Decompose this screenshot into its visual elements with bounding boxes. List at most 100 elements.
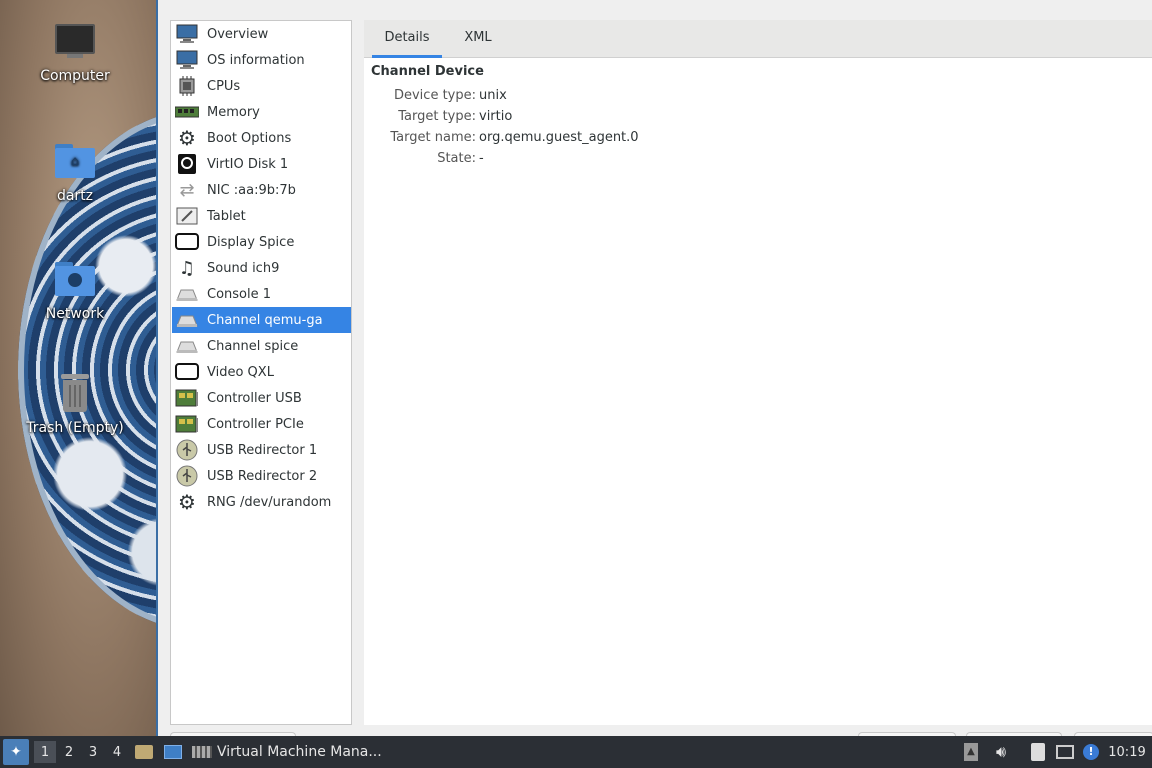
device-item-overview[interactable]: Overview bbox=[172, 21, 351, 47]
device-item-console-1[interactable]: Console 1 bbox=[172, 281, 351, 307]
network-folder-icon bbox=[53, 258, 97, 298]
device-list: Overview OS information CPUs Memory ⚙ Bo… bbox=[170, 20, 352, 725]
device-item-tablet[interactable]: Tablet bbox=[172, 203, 351, 229]
taskbar-window-virt-manager[interactable]: Virtual Machine Mana... bbox=[192, 736, 392, 768]
device-item-memory[interactable]: Memory bbox=[172, 99, 351, 125]
detail-tab-bar: Details XML bbox=[364, 20, 1152, 58]
device-item-label: OS information bbox=[207, 52, 305, 68]
device-item-controller-usb[interactable]: Controller USB bbox=[172, 385, 351, 411]
desktop-icon-dartz[interactable]: ⌂ dartz bbox=[15, 140, 135, 204]
trash-icon bbox=[53, 372, 97, 412]
device-item-label: VirtIO Disk 1 bbox=[207, 156, 289, 172]
display-icon bbox=[175, 360, 199, 384]
clock[interactable]: 10:19 bbox=[1105, 736, 1149, 768]
device-item-label: Video QXL bbox=[207, 364, 274, 380]
property-row-state: State: - bbox=[364, 151, 964, 171]
property-value: unix bbox=[479, 88, 507, 103]
notification-icon[interactable]: ! bbox=[1080, 736, 1102, 768]
device-item-channel-spice[interactable]: Channel spice bbox=[172, 333, 351, 359]
device-item-usb-redirector-1[interactable]: USB Redirector 1 bbox=[172, 437, 351, 463]
property-value: virtio bbox=[479, 109, 513, 124]
disk-icon bbox=[175, 152, 199, 176]
desktop-icon-computer[interactable]: Computer bbox=[15, 20, 135, 84]
usb-icon bbox=[175, 464, 199, 488]
tab-details[interactable]: Details bbox=[372, 20, 442, 58]
tab-xml[interactable]: XML bbox=[448, 20, 508, 58]
desktop-icon-trash[interactable]: Trash (Empty) bbox=[15, 372, 135, 436]
start-menu-button[interactable]: ✦ bbox=[3, 739, 29, 765]
device-item-label: Controller PCIe bbox=[207, 416, 304, 432]
serial-icon bbox=[175, 308, 199, 332]
serial-icon bbox=[175, 334, 199, 358]
folder-icon bbox=[135, 745, 153, 759]
device-item-label: Sound ich9 bbox=[207, 260, 280, 276]
device-item-label: Tablet bbox=[207, 208, 246, 224]
device-item-label: RNG /dev/urandom bbox=[207, 494, 332, 510]
controller-icon bbox=[175, 412, 199, 436]
memory-icon bbox=[175, 100, 199, 124]
device-item-display-spice[interactable]: Display Spice bbox=[172, 229, 351, 255]
gear-icon: ⚙ bbox=[178, 126, 196, 150]
clipboard-icon[interactable] bbox=[1028, 736, 1048, 768]
property-row-target-name: Target name: org.qemu.guest_agent.0 bbox=[364, 130, 964, 150]
device-item-label: Boot Options bbox=[207, 130, 292, 146]
device-item-boot-options[interactable]: ⚙ Boot Options bbox=[172, 125, 351, 151]
device-item-controller-pcie[interactable]: Controller PCIe bbox=[172, 411, 351, 437]
property-label: Target type: bbox=[398, 109, 476, 124]
device-item-rng[interactable]: ⚙ RNG /dev/urandom bbox=[172, 489, 351, 515]
workspace-3[interactable]: 3 bbox=[82, 736, 104, 768]
desktop-icon-label: dartz bbox=[56, 188, 94, 204]
desktop-icon-label: Network bbox=[45, 306, 105, 322]
device-item-label: Display Spice bbox=[207, 234, 295, 250]
tablet-icon bbox=[175, 204, 199, 228]
show-desktop-button[interactable] bbox=[162, 736, 184, 768]
property-value: - bbox=[479, 151, 484, 166]
workspace-2[interactable]: 2 bbox=[58, 736, 80, 768]
device-item-usb-redirector-2[interactable]: USB Redirector 2 bbox=[172, 463, 351, 489]
usb-icon bbox=[175, 438, 199, 462]
device-item-label: Channel spice bbox=[207, 338, 299, 354]
device-item-cpus[interactable]: CPUs bbox=[172, 73, 351, 99]
device-detail-pane: Details XML Channel Device Device type: … bbox=[364, 20, 1152, 725]
monitor-icon bbox=[175, 48, 199, 72]
device-item-channel-qemu-ga[interactable]: Channel qemu-ga bbox=[172, 307, 351, 333]
desktop-background: Computer ⌂ dartz Network Trash (Empty) bbox=[0, 0, 156, 736]
workspace-4[interactable]: 4 bbox=[106, 736, 128, 768]
device-item-label: NIC :aa:9b:7b bbox=[207, 182, 296, 198]
tray-up-arrow-icon[interactable]: ▲ bbox=[962, 736, 980, 768]
sound-icon: ♫ bbox=[178, 257, 196, 279]
device-item-os-information[interactable]: OS information bbox=[172, 47, 351, 73]
desktop-icon-label: Computer bbox=[40, 68, 110, 84]
gear-icon: ⚙ bbox=[178, 490, 196, 514]
computer-icon bbox=[53, 20, 97, 60]
network-arrows-icon: ⇄ bbox=[179, 179, 195, 201]
volume-icon[interactable]: 🔊︎ bbox=[990, 736, 1012, 768]
device-item-label: Overview bbox=[207, 26, 269, 42]
file-manager-launcher[interactable] bbox=[134, 736, 154, 768]
taskbar: ✦ 1 2 3 4 Virtual Machine Mana... ▲ 🔊︎ !… bbox=[0, 736, 1152, 768]
monitor-icon bbox=[175, 22, 199, 46]
desktop-icon bbox=[164, 745, 182, 759]
device-item-label: Console 1 bbox=[207, 286, 272, 302]
device-item-label: Controller USB bbox=[207, 390, 302, 406]
device-item-sound-ich9[interactable]: ♫ Sound ich9 bbox=[172, 255, 351, 281]
start-menu-icon: ✦ bbox=[10, 744, 22, 760]
device-item-label: Channel qemu-ga bbox=[207, 312, 323, 328]
serial-icon bbox=[175, 282, 199, 306]
device-item-label: USB Redirector 1 bbox=[207, 442, 318, 458]
cpu-icon bbox=[175, 74, 199, 98]
desktop-icon-label: Trash (Empty) bbox=[26, 420, 124, 436]
workspace-1[interactable]: 1 bbox=[34, 741, 56, 763]
display-icon bbox=[175, 230, 199, 254]
device-item-video-qxl[interactable]: Video QXL bbox=[172, 359, 351, 385]
device-item-label: USB Redirector 2 bbox=[207, 468, 318, 484]
device-item-nic[interactable]: ⇄ NIC :aa:9b:7b bbox=[172, 177, 351, 203]
property-value: org.qemu.guest_agent.0 bbox=[479, 130, 639, 145]
network-icon[interactable] bbox=[1054, 736, 1076, 768]
desktop-icon-network[interactable]: Network bbox=[15, 258, 135, 322]
property-row-device-type: Device type: unix bbox=[364, 88, 964, 108]
virt-manager-icon bbox=[192, 746, 212, 758]
taskbar-window-label: Virtual Machine Mana... bbox=[217, 744, 382, 760]
device-item-virtio-disk-1[interactable]: VirtIO Disk 1 bbox=[172, 151, 351, 177]
home-folder-icon: ⌂ bbox=[53, 140, 97, 180]
